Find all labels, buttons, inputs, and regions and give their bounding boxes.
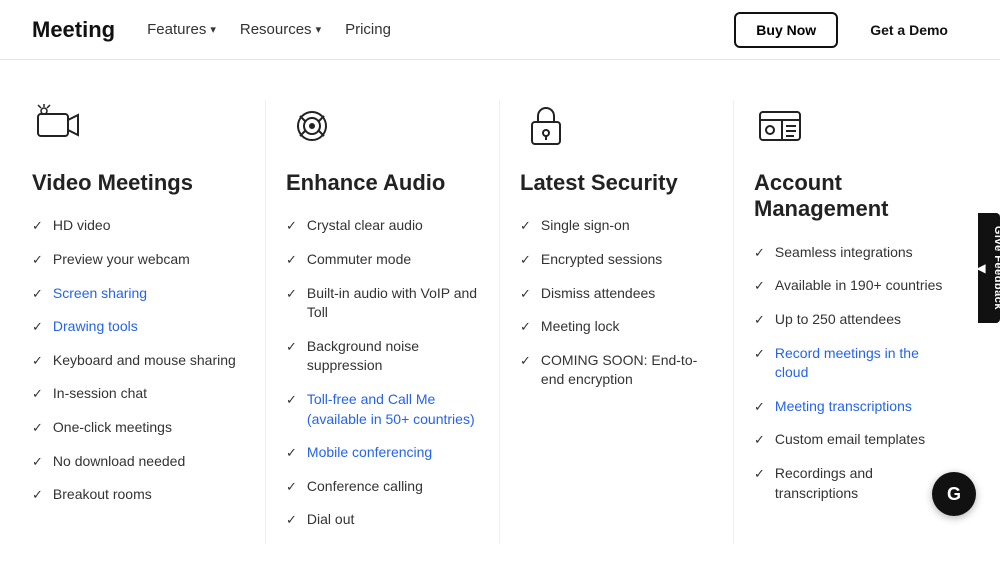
check-icon: ✓: [520, 217, 531, 235]
list-item: ✓Single sign-on: [520, 216, 713, 236]
check-icon: ✓: [32, 318, 43, 336]
drawing-tools-link[interactable]: Drawing tools: [53, 317, 138, 337]
list-item: ✓HD video: [32, 216, 245, 236]
check-icon: ✓: [520, 285, 531, 303]
list-item: ✓Available in 190+ countries: [754, 276, 948, 296]
account-management-title: Account Management: [754, 170, 948, 223]
buy-now-button[interactable]: Buy Now: [734, 12, 838, 48]
tollfree-link[interactable]: Toll-free and Call Me (available in 50+ …: [307, 390, 479, 429]
enhance-audio-title: Enhance Audio: [286, 170, 479, 196]
account-management-icon: [754, 100, 806, 152]
feedback-wrapper: ◀ Give Feedback: [978, 213, 1000, 323]
check-icon: ✓: [286, 391, 297, 409]
list-item: ✓Meeting lock: [520, 317, 713, 337]
list-item: ✓Keyboard and mouse sharing: [32, 351, 245, 371]
check-icon: ✓: [754, 311, 765, 329]
record-cloud-link[interactable]: Record meetings in the cloud: [775, 344, 948, 383]
chevron-down-icon: ▾: [316, 23, 322, 36]
check-icon: ✓: [32, 251, 43, 269]
get-demo-button[interactable]: Get a Demo: [850, 14, 968, 46]
give-feedback-button[interactable]: ◀ Give Feedback: [978, 213, 1000, 323]
check-icon: ✓: [754, 431, 765, 449]
list-item: ✓Encrypted sessions: [520, 250, 713, 270]
list-item: ✓Preview your webcam: [32, 250, 245, 270]
list-item: ✓Seamless integrations: [754, 243, 948, 263]
list-item: ✓ Toll-free and Call Me (available in 50+…: [286, 390, 479, 429]
list-item: ✓Dial out: [286, 510, 479, 530]
check-icon: ✓: [754, 345, 765, 363]
nav-pricing[interactable]: Pricing: [345, 21, 391, 38]
list-item: ✓Custom email templates: [754, 430, 948, 450]
list-item: ✓Crystal clear audio: [286, 216, 479, 236]
video-meetings-col: Video Meetings ✓HD video ✓Preview your w…: [32, 100, 266, 544]
list-item: ✓ Mobile conferencing: [286, 443, 479, 463]
check-icon: ✓: [32, 385, 43, 403]
check-icon: ✓: [754, 398, 765, 416]
account-management-list: ✓Seamless integrations ✓Available in 190…: [754, 243, 948, 503]
list-item: ✓Breakout rooms: [32, 485, 245, 505]
check-icon: ✓: [520, 251, 531, 269]
check-icon: ✓: [286, 251, 297, 269]
latest-security-title: Latest Security: [520, 170, 713, 196]
list-item: ✓Conference calling: [286, 477, 479, 497]
latest-security-list: ✓Single sign-on ✓Encrypted sessions ✓Dis…: [520, 216, 713, 390]
list-item: ✓Recordings and transcriptions: [754, 464, 948, 503]
enhance-audio-icon: [286, 100, 338, 152]
meeting-transcriptions-link[interactable]: Meeting transcriptions: [775, 397, 912, 417]
list-item: ✓ Record meetings in the cloud: [754, 344, 948, 383]
check-icon: ✓: [32, 217, 43, 235]
list-item: ✓ Drawing tools: [32, 317, 245, 337]
mobile-conferencing-link[interactable]: Mobile conferencing: [307, 443, 432, 463]
check-icon: ✓: [286, 478, 297, 496]
feedback-arrow-icon: ◀: [974, 261, 988, 275]
navigation: Meeting Features ▾ Resources ▾ Pricing B…: [0, 0, 1000, 60]
list-item: ✓ Screen sharing: [32, 284, 245, 304]
account-management-col: Account Management ✓Seamless integration…: [734, 100, 968, 544]
check-icon: ✓: [520, 318, 531, 336]
latest-security-icon: [520, 100, 572, 152]
list-item: ✓Up to 250 attendees: [754, 310, 948, 330]
check-icon: ✓: [754, 277, 765, 295]
logo[interactable]: Meeting: [32, 17, 115, 43]
video-meetings-title: Video Meetings: [32, 170, 245, 196]
list-item: ✓COMING SOON: End-to-end encryption: [520, 351, 713, 390]
list-item: ✓Background noise suppression: [286, 337, 479, 376]
nav-links: Features ▾ Resources ▾ Pricing: [147, 21, 391, 38]
list-item: ✓Commuter mode: [286, 250, 479, 270]
check-icon: ✓: [32, 419, 43, 437]
check-icon: ✓: [286, 217, 297, 235]
check-icon: ✓: [32, 486, 43, 504]
list-item: ✓One-click meetings: [32, 418, 245, 438]
enhance-audio-list: ✓Crystal clear audio ✓Commuter mode ✓Bui…: [286, 216, 479, 530]
check-icon: ✓: [286, 285, 297, 303]
list-item: ✓Built-in audio with VoIP and Toll: [286, 284, 479, 323]
list-item: ✓In-session chat: [32, 384, 245, 404]
check-icon: ✓: [754, 465, 765, 483]
check-icon: ✓: [286, 444, 297, 462]
nav-features[interactable]: Features ▾: [147, 21, 216, 38]
nav-right: Buy Now Get a Demo: [734, 12, 968, 48]
check-icon: ✓: [286, 511, 297, 529]
list-item: ✓Dismiss attendees: [520, 284, 713, 304]
grammarly-icon: G: [947, 484, 961, 505]
nav-resources[interactable]: Resources ▾: [240, 21, 321, 38]
list-item: ✓No download needed: [32, 452, 245, 472]
features-grid: Video Meetings ✓HD video ✓Preview your w…: [0, 60, 1000, 584]
check-icon: ✓: [32, 352, 43, 370]
chevron-down-icon: ▾: [210, 23, 216, 36]
grammarly-badge[interactable]: G: [932, 472, 976, 516]
check-icon: ✓: [520, 352, 531, 370]
video-meetings-list: ✓HD video ✓Preview your webcam ✓ Screen s…: [32, 216, 245, 504]
screen-sharing-link[interactable]: Screen sharing: [53, 284, 147, 304]
check-icon: ✓: [754, 244, 765, 262]
video-meetings-icon: [32, 100, 84, 152]
latest-security-col: Latest Security ✓Single sign-on ✓Encrypt…: [500, 100, 734, 544]
nav-left: Meeting Features ▾ Resources ▾ Pricing: [32, 17, 391, 43]
check-icon: ✓: [32, 453, 43, 471]
list-item: ✓ Meeting transcriptions: [754, 397, 948, 417]
enhance-audio-col: Enhance Audio ✓Crystal clear audio ✓Comm…: [266, 100, 500, 544]
check-icon: ✓: [286, 338, 297, 356]
check-icon: ✓: [32, 285, 43, 303]
